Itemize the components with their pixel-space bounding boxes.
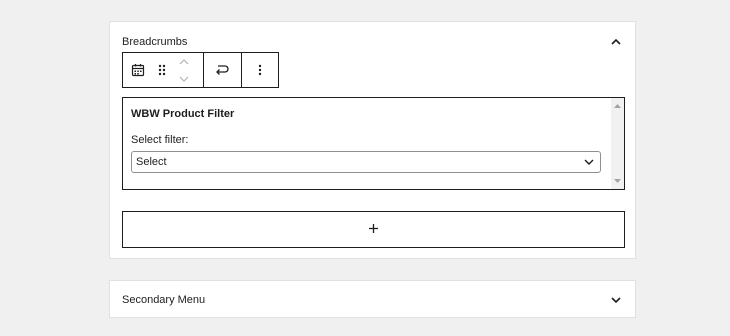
secondary-menu-panel-header[interactable]: Secondary Menu <box>122 290 623 310</box>
transform-icon[interactable] <box>213 58 231 82</box>
block-mover <box>177 58 191 82</box>
scroll-up-icon[interactable] <box>614 103 621 109</box>
widget-scrollbar[interactable] <box>611 98 624 189</box>
toolbar-group-block <box>123 53 203 87</box>
chevron-down-icon[interactable] <box>609 293 623 307</box>
calendar-icon[interactable] <box>129 58 147 82</box>
filter-select[interactable]: Select <box>131 151 601 173</box>
select-filter-label: Select filter: <box>131 134 189 146</box>
toolbar-group-options <box>240 53 279 87</box>
plus-icon <box>368 221 379 239</box>
product-filter-widget: WBW Product Filter Select filter: Select <box>122 97 625 190</box>
chevron-up-icon[interactable] <box>609 35 623 49</box>
panel-title: Breadcrumbs <box>122 36 188 48</box>
toolbar-group-transform <box>203 53 241 87</box>
add-block-button[interactable] <box>122 211 625 248</box>
move-up-icon[interactable] <box>179 52 189 70</box>
secondary-menu-panel: Secondary Menu <box>109 280 636 318</box>
breadcrumbs-panel: Breadcrumbs WBW Product Filter Select fi… <box>109 21 636 259</box>
filter-select-value: Select <box>136 156 167 168</box>
block-toolbar <box>122 52 279 88</box>
scroll-down-icon[interactable] <box>614 178 621 184</box>
chevron-down-icon <box>584 156 594 168</box>
panel-title: Secondary Menu <box>122 294 206 306</box>
widget-title: WBW Product Filter <box>131 108 235 120</box>
breadcrumbs-panel-header[interactable]: Breadcrumbs <box>122 32 623 52</box>
move-down-icon[interactable] <box>179 70 189 88</box>
drag-handle-icon[interactable] <box>153 58 171 82</box>
more-options-icon[interactable] <box>251 58 269 82</box>
